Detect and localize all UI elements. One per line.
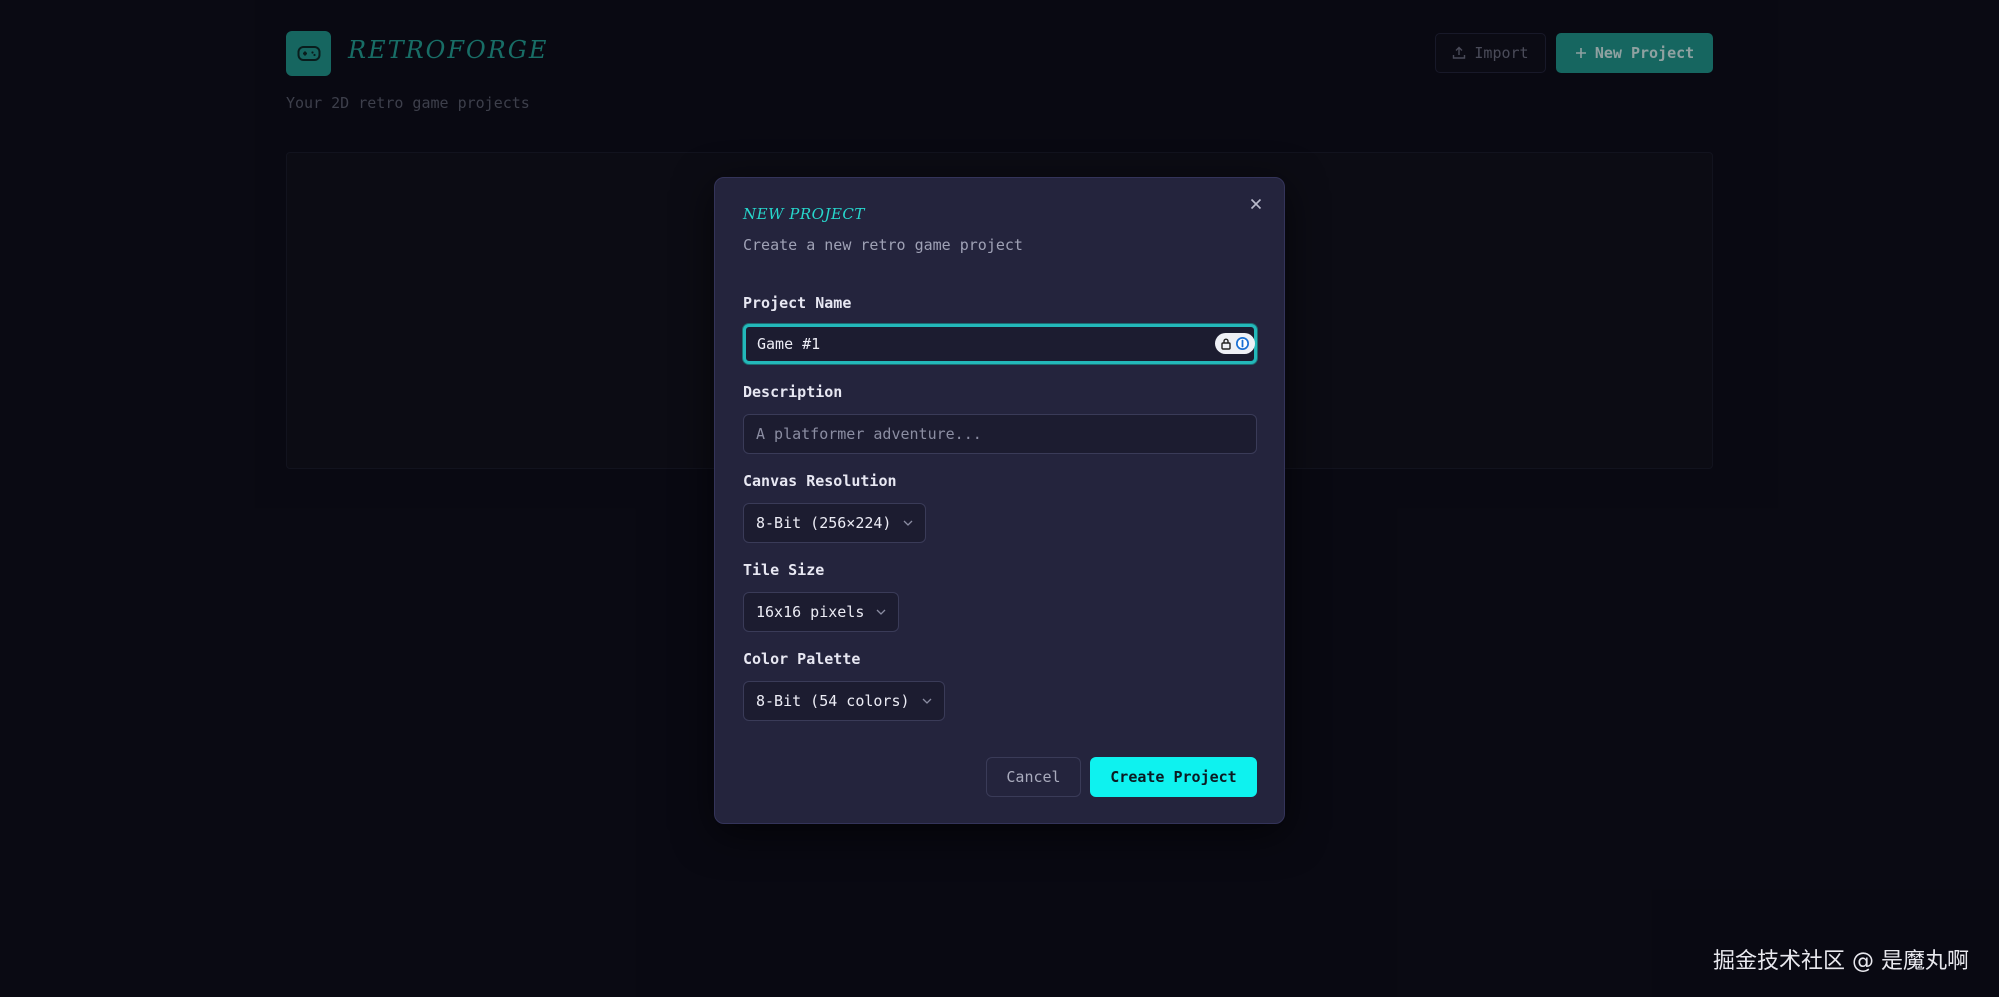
canvas-resolution-value: 8-Bit (256×224) xyxy=(756,514,892,532)
tile-size-label: Tile Size xyxy=(743,561,825,579)
dialog-description: Create a new retro game project xyxy=(743,236,1023,254)
password-manager-badge[interactable] xyxy=(1215,333,1255,354)
chevron-down-icon xyxy=(904,520,913,526)
tile-size-select[interactable]: 16x16 pixels xyxy=(743,592,900,632)
close-icon xyxy=(1250,198,1262,210)
project-name-label: Project Name xyxy=(743,294,852,312)
create-project-button[interactable]: Create Project xyxy=(1090,757,1257,797)
dialog-title: NEW PROJECT xyxy=(743,205,865,223)
description-input[interactable] xyxy=(743,414,1257,454)
color-palette-select[interactable]: 8-Bit (54 colors) xyxy=(743,681,945,721)
canvas-resolution-label: Canvas Resolution xyxy=(743,472,897,490)
canvas-resolution-select[interactable]: 8-Bit (256×224) xyxy=(743,503,927,543)
project-name-input[interactable] xyxy=(743,324,1257,364)
new-project-dialog: NEW PROJECT Create a new retro game proj… xyxy=(714,177,1285,824)
color-palette-label: Color Palette xyxy=(743,650,861,668)
watermark: 掘金技术社区 @ 是魔丸啊 xyxy=(1713,949,1969,974)
lock-icon xyxy=(1221,338,1231,350)
chevron-down-icon xyxy=(876,609,886,615)
close-button[interactable] xyxy=(1246,194,1266,214)
chevron-down-icon xyxy=(922,698,931,704)
app-page: RETROFORGE Your 2D retro game projects I… xyxy=(0,0,1999,997)
color-palette-value: 8-Bit (54 colors) xyxy=(756,692,910,710)
password-manager-icon xyxy=(1236,337,1250,350)
cancel-button[interactable]: Cancel xyxy=(986,757,1081,797)
description-label: Description xyxy=(743,383,843,401)
tile-size-value: 16x16 pixels xyxy=(756,603,865,621)
project-name-wrapper xyxy=(715,324,1284,364)
